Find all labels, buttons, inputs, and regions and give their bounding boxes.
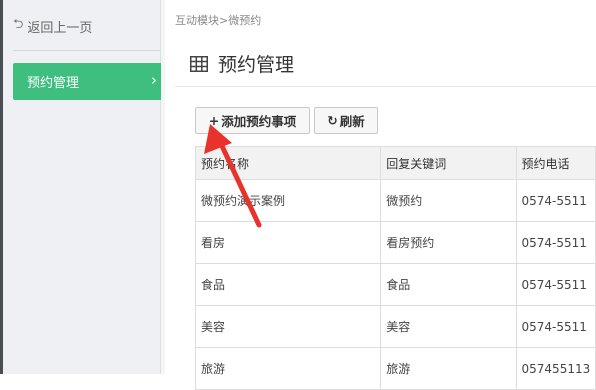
plus-icon: + [208,113,220,128]
cell-keyword: 看房预约 [380,221,517,264]
table-row[interactable]: 微预约演示案例 微预约 0574-5511 [194,179,596,222]
undo-icon: ⮌ [13,17,24,32]
sidebar-item-appointment-manage[interactable]: 预约管理 › [13,63,163,100]
cell-phone: 0574-5511 [515,221,596,264]
back-link[interactable]: ⮌ 返回上一页 [13,15,92,37]
breadcrumb: 互动模块>微预约 [175,14,262,27]
table-header-row: 预约名称 回复关键词 预约电话 [194,146,596,180]
cell-phone: 057455113 [515,347,596,390]
refresh-button[interactable]: ↻ 刷新 [314,107,378,134]
column-header-name[interactable]: 预约名称 [194,146,382,180]
cell-keyword: 微预约 [380,179,517,222]
add-appointment-button[interactable]: + 添加预约事项 [195,107,310,134]
column-header-phone[interactable]: 预约电话 [515,146,596,180]
cell-phone: 0574-5511 [515,305,596,348]
sidebar-item-label: 预约管理 [27,76,80,91]
cell-keyword: 食品 [380,263,517,306]
chevron-right-icon: › [151,71,157,89]
cell-keyword: 旅游 [380,347,517,390]
refresh-button-label: 刷新 [339,114,365,129]
table-row[interactable]: 美容 美容 0574-5511 [194,305,596,348]
cell-keyword: 美容 [380,305,517,348]
cell-name: 食品 [194,263,382,306]
column-header-keyword[interactable]: 回复关键词 [380,146,517,180]
add-button-label: 添加预约事项 [221,114,297,129]
cell-name: 看房 [194,221,382,264]
table-row[interactable]: 看房 看房预约 0574-5511 [194,221,596,264]
cell-name: 旅游 [194,347,382,390]
cell-phone: 0574-5511 [515,179,596,222]
page-header: 预约管理 [190,50,294,77]
main-panel: 互动模块>微预约 预约管理 + 添加预约事项 ↻ 刷新 预约名称 回复关键词 预… [165,0,596,390]
refresh-icon: ↻ [327,113,338,128]
cell-phone: 0574-5511 [515,263,596,306]
cell-name: 微预约演示案例 [194,179,382,222]
table-icon [190,55,208,72]
back-label: 返回上一页 [27,20,93,36]
sidebar: ⮌ 返回上一页 预约管理 › [3,0,163,374]
table-row[interactable]: 旅游 旅游 057455113 [194,347,596,390]
sidebar-divider [13,50,160,51]
cell-name: 美容 [194,305,382,348]
table-row[interactable]: 食品 食品 0574-5511 [194,263,596,306]
title-divider [175,86,596,87]
appointment-table: 预约名称 回复关键词 预约电话 微预约演示案例 微预约 0574-5511 看房… [194,146,596,390]
page-title: 预约管理 [218,54,295,76]
